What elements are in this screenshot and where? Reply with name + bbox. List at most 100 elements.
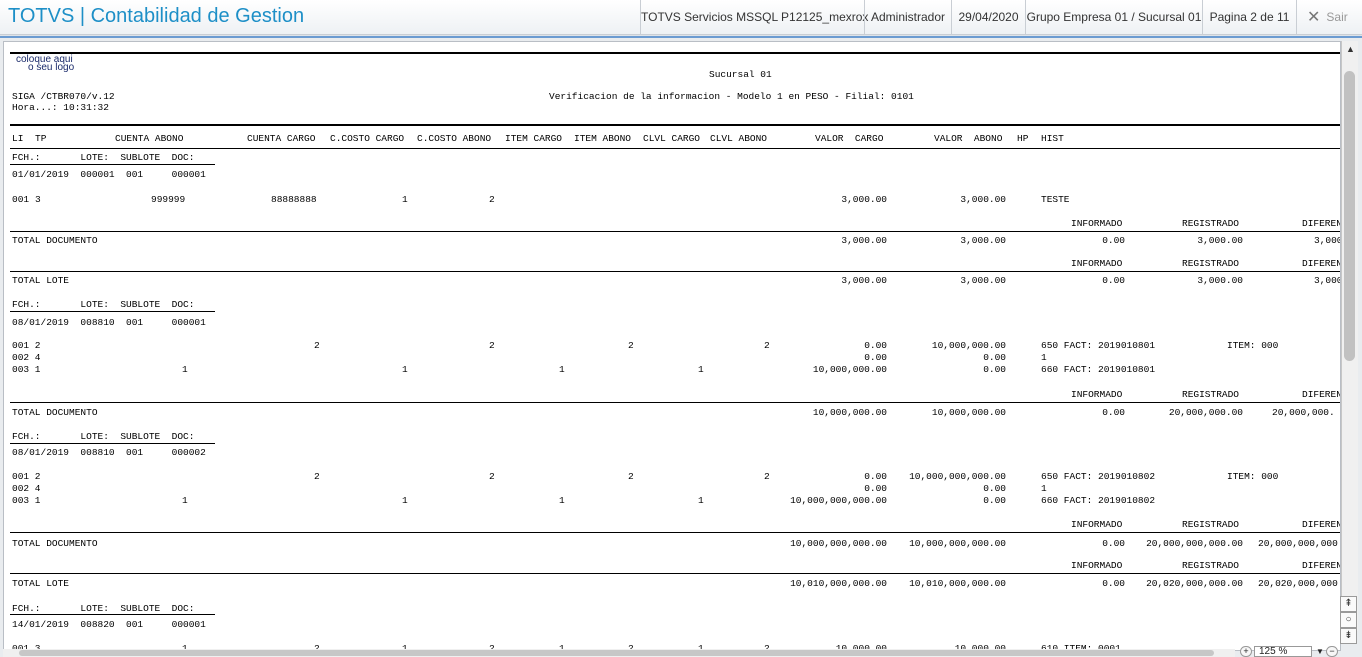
divider — [10, 614, 215, 615]
program-id: SIGA /CTBR070/v.12 — [12, 91, 115, 102]
cell-clvl-cargo: 1 — [698, 495, 704, 506]
label-diferencia: DIFEREN — [1302, 258, 1341, 269]
total-diferencia: 3,000 — [1314, 275, 1341, 286]
cell-item-cargo: 1 — [559, 495, 565, 506]
next-page-button[interactable]: ⇟ — [1340, 628, 1357, 644]
col-tp: TP — [35, 133, 47, 144]
cell-extra: ITEM: 000 — [1227, 471, 1279, 482]
label-registrado: REGISTRADO — [1182, 560, 1240, 571]
col-item-abono: ITEM ABONO — [574, 133, 632, 144]
divider — [10, 443, 215, 444]
vertical-scroll-thumb[interactable] — [1344, 71, 1355, 361]
total-diferencia: 20,000,000. — [1272, 407, 1335, 418]
divider — [10, 311, 215, 312]
cell-item-abono: 2 — [628, 471, 634, 482]
total-valor-abono: 10,000,000,000.00 — [909, 538, 1006, 549]
divider — [10, 271, 1340, 272]
label-diferencia: DIFEREN — [1302, 389, 1341, 400]
scroll-up-icon[interactable]: ▲ — [1342, 41, 1359, 57]
doc-info: 14/01/2019 008820 001 000001 — [12, 619, 206, 630]
arrow-down-icon: ⇟ — [1344, 630, 1353, 641]
cell-hist: 650 FACT: 2019010802 — [1041, 471, 1156, 482]
col-hp: HP — [1017, 133, 1029, 144]
cell-valor-cargo: 10,000,000,000.00 — [790, 495, 887, 506]
zoom-out-button[interactable]: − — [1326, 646, 1338, 657]
cell-valor-cargo: 0.00 — [864, 483, 887, 494]
zoom-in-button[interactable]: + — [1240, 646, 1252, 657]
horizontal-scrollbar[interactable] — [3, 649, 1235, 657]
total-valor-abono: 10,010,000,000.00 — [909, 578, 1006, 589]
cell-valor-abono: 10,000,000,000.00 — [909, 471, 1006, 482]
doc-header: FCH.: LOTE: SUBLOTE DOC: — [12, 431, 195, 442]
cell-li-tp: 001 2 — [12, 340, 41, 351]
cell-valor-cargo: 0.00 — [864, 471, 887, 482]
total-valor-cargo: 10,000,000,000.00 — [790, 538, 887, 549]
chevron-down-icon[interactable]: ▼ — [1314, 647, 1326, 656]
col-item-cargo: ITEM CARGO — [505, 133, 563, 144]
total-documento-label: TOTAL DOCUMENTO — [12, 407, 98, 418]
divider — [10, 148, 1340, 149]
cell-extra: ITEM: 000 — [1227, 340, 1279, 351]
total-registrado: 20,000,000.00 — [1168, 407, 1243, 418]
divider — [10, 124, 1340, 126]
cell-valor-cargo: 10,000,000.00 — [812, 364, 887, 375]
cell-cc-abono: 2 — [489, 194, 495, 205]
total-valor-abono: 10,000,000.00 — [931, 407, 1006, 418]
cell-li-tp: 003 1 — [12, 495, 41, 506]
logo-line-2: o seu logo — [28, 62, 75, 73]
cell-cc-cargo: 1 — [402, 364, 408, 375]
total-lote-label: TOTAL LOTE — [12, 578, 70, 589]
cell-cuenta-abono: 1 — [182, 364, 188, 375]
cell-item-abono: 2 — [628, 340, 634, 351]
total-valor-cargo: 3,000.00 — [841, 275, 887, 286]
circle-icon: ○ — [1345, 614, 1352, 625]
report-time: Hora...: 10:31:32 — [12, 102, 109, 113]
report-title: Verificacion de la informacion - Modelo … — [549, 91, 914, 102]
total-diferencia: 3,000 — [1314, 235, 1341, 246]
total-valor-abono: 3,000.00 — [960, 235, 1006, 246]
cell-li: 001 — [12, 194, 30, 205]
cell-hist: 1 — [1041, 483, 1047, 494]
divider — [10, 52, 1340, 54]
col-valor-abono: VALOR ABONO — [934, 133, 1003, 144]
total-lote-label: TOTAL LOTE — [12, 275, 70, 286]
cell-cuenta-cargo: 88888888 — [271, 194, 317, 205]
cell-valor-abono: 0.00 — [983, 495, 1006, 506]
total-informado: 0.00 — [1102, 538, 1125, 549]
zoom-value: 125 % — [1259, 646, 1288, 657]
cell-cc-abono: 2 — [489, 340, 495, 351]
previous-page-button[interactable]: ⇞ — [1340, 596, 1357, 612]
label-informado: INFORMADO — [1071, 218, 1123, 229]
logo-placeholder: coloque aqui o seu logo — [16, 55, 75, 73]
zoom-select[interactable]: 125 % — [1254, 646, 1312, 657]
cell-hist: 660 FACT: 2019010801 — [1041, 364, 1156, 375]
total-registrado: 20,000,000,000.00 — [1146, 538, 1243, 549]
label-diferencia: DIFEREN — [1302, 519, 1341, 530]
branch-info: Grupo Empresa 01 / Sucursal 01 — [1025, 0, 1202, 35]
cell-valor-abono: 0.00 — [983, 352, 1006, 363]
exit-button[interactable]: ✕ Sair — [1296, 0, 1362, 35]
cell-cuenta-cargo: 2 — [314, 471, 320, 482]
horizontal-scroll-thumb[interactable] — [19, 650, 1214, 656]
vertical-scrollbar[interactable]: ▲ — [1341, 41, 1358, 631]
total-registrado: 3,000.00 — [1197, 235, 1243, 246]
divider — [10, 532, 1340, 533]
page-center-button[interactable]: ○ — [1340, 612, 1357, 628]
label-registrado: REGISTRADO — [1182, 218, 1240, 229]
label-diferencia: DIFEREN — [1302, 560, 1341, 571]
divider — [10, 402, 1340, 403]
total-informado: 0.00 — [1102, 578, 1125, 589]
cell-hist: 1 — [1041, 352, 1047, 363]
arrow-up-icon: ⇞ — [1344, 598, 1353, 609]
total-valor-cargo: 10,000,000.00 — [812, 407, 887, 418]
close-icon: ✕ — [1307, 9, 1321, 26]
label-registrado: REGISTRADO — [1182, 258, 1240, 269]
cell-cuenta-abono: 1 — [182, 495, 188, 506]
divider — [10, 164, 215, 165]
total-diferencia: 20,020,000,000. — [1258, 578, 1341, 589]
col-cuenta-cargo: CUENTA CARGO — [247, 133, 316, 144]
page-info: Pagina 2 de 11 — [1202, 0, 1296, 35]
col-cc-cargo: C.COSTO CARGO — [330, 133, 405, 144]
total-valor-cargo: 3,000.00 — [841, 235, 887, 246]
minus-icon: − — [1329, 646, 1335, 656]
